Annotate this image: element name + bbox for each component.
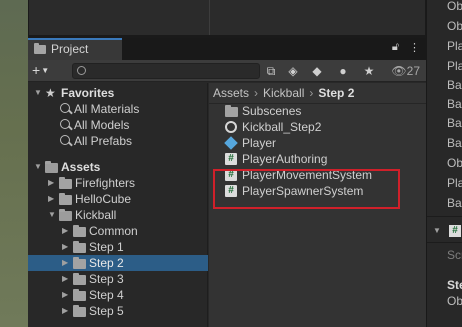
inspector-row[interactable]: Bal — [447, 135, 462, 151]
star-icon: ★ — [45, 86, 56, 100]
chevron-down-icon[interactable]: ▼ — [34, 159, 42, 175]
chevron-right-icon[interactable]: ▶ — [62, 223, 70, 239]
annotation-highlight-box — [213, 169, 400, 209]
chevron-right-icon[interactable]: ▶ — [62, 303, 70, 319]
tree-item-step-5[interactable]: ▶ Step 5 — [28, 303, 208, 319]
prefab-cube-icon — [224, 136, 238, 150]
hidden-packages-count[interactable]: 👁︎27 — [391, 63, 420, 79]
favorites-item[interactable]: All Materials — [28, 101, 208, 117]
search-input[interactable] — [72, 63, 260, 79]
tree-item-step-2[interactable]: ▶ Step 2 — [28, 255, 208, 271]
folder-icon — [73, 225, 86, 237]
folder-tree: ▼ ★ Favorites All Materials All Models A… — [28, 83, 208, 327]
favorites-header[interactable]: ▼ ★ Favorites — [28, 85, 208, 101]
breadcrumb-item[interactable]: Kickball — [263, 86, 304, 100]
favorites-item[interactable]: All Prefabs — [28, 133, 208, 149]
breadcrumb-current[interactable]: Step 2 — [318, 86, 354, 100]
tree-item-firefighters[interactable]: ▶ Firefighters — [28, 175, 208, 191]
panel-divider — [209, 0, 210, 35]
csharp-script-icon: # — [449, 225, 461, 237]
search-icon — [60, 135, 70, 145]
folder-icon — [73, 273, 86, 285]
chevron-down-icon[interactable]: ▼ — [34, 85, 42, 101]
more-options-icon[interactable]: ⋮ — [409, 41, 420, 54]
inspector-row[interactable]: Pla — [447, 38, 462, 54]
inspector-section-title: Ste — [447, 278, 462, 292]
tree-item-common[interactable]: ▶ Common — [28, 223, 208, 239]
folder-icon — [73, 257, 86, 269]
scene-view-strip — [0, 0, 28, 327]
breadcrumb: Assets › Kickball › Step 2 — [213, 84, 354, 102]
chevron-right-icon[interactable]: ▶ — [62, 255, 70, 271]
chevron-right-icon[interactable]: ▶ — [62, 271, 70, 287]
folder-icon — [59, 193, 72, 205]
search-icon — [77, 66, 86, 75]
folder-icon — [59, 177, 72, 189]
eye-icon: 👁︎ — [391, 64, 407, 78]
chevron-right-icon[interactable]: ▶ — [62, 239, 70, 255]
chevron-down-icon: ▼ — [41, 66, 50, 75]
inspector-row[interactable]: Bal — [447, 115, 462, 131]
tree-item-step-4[interactable]: ▶ Step 4 — [28, 287, 208, 303]
folder-icon — [73, 289, 86, 301]
favorites-star-icon[interactable]: ★ — [360, 63, 378, 79]
log-icon[interactable]: ● — [334, 63, 352, 79]
project-toolbar: +▼ ⧉ ◈ ◆ ● ★ 👁︎27 — [28, 60, 426, 82]
folder-icon — [225, 105, 238, 117]
csharp-script-icon: # — [225, 153, 237, 165]
search-icon — [60, 119, 70, 129]
tree-item-kickball[interactable]: ▼ Kickball — [28, 207, 208, 223]
folder-icon — [34, 43, 46, 54]
folder-open-icon — [45, 161, 58, 173]
inspector-row[interactable]: Bal — [447, 96, 462, 112]
filter-by-type-icon[interactable]: ◈ — [284, 63, 302, 79]
breadcrumb-separator: › — [254, 86, 259, 100]
tab-bar: Project 🔓︎ ⋮ — [28, 38, 426, 60]
inspector-row[interactable]: Pla — [447, 175, 462, 191]
inspector-script-label: Scr — [447, 248, 462, 262]
inspector-row[interactable]: Ob — [447, 18, 462, 34]
folder-icon — [73, 241, 86, 253]
breadcrumb-item[interactable]: Assets — [213, 86, 249, 100]
tree-item-hellocube[interactable]: ▶ HelloCube — [28, 191, 208, 207]
tab-tools: 🔓︎ ⋮ — [392, 41, 420, 54]
favorites-item[interactable]: All Models — [28, 117, 208, 133]
inspector-row[interactable]: Ob — [447, 293, 462, 309]
inspector-row[interactable]: Bal — [447, 77, 462, 93]
create-asset-button[interactable]: +▼ — [32, 62, 56, 80]
inspector-row[interactable]: Ob — [447, 0, 462, 14]
tab-project[interactable]: Project — [28, 38, 122, 60]
chevron-right-icon[interactable]: ▶ — [48, 175, 56, 191]
tree-item-step-3[interactable]: ▶ Step 3 — [28, 271, 208, 287]
tree-item-assets[interactable]: ▼ Assets — [28, 159, 208, 175]
breadcrumb-separator: › — [309, 86, 314, 100]
inspector-panel: Ob Ob Pla Pla Bal Bal Bal Bal Ob Pla Bal… — [426, 0, 462, 327]
tree-item-step-1[interactable]: ▶ Step 1 — [28, 239, 208, 255]
search-icon — [60, 103, 70, 113]
folder-open-icon — [59, 209, 72, 221]
chevron-right-icon[interactable]: ▶ — [62, 287, 70, 303]
inspector-row[interactable]: Pla — [447, 58, 462, 74]
hierarchy-panel-top — [28, 0, 426, 38]
chevron-right-icon[interactable]: ▶ — [48, 191, 56, 207]
search-window-icon[interactable]: ⧉ — [262, 63, 280, 79]
divider — [427, 242, 462, 243]
inspector-row[interactable]: Bal — [447, 195, 462, 211]
chevron-down-icon[interactable]: ▼ — [48, 207, 56, 223]
filter-by-label-icon[interactable]: ◆ — [308, 63, 326, 79]
chevron-down-icon[interactable]: ▼ — [433, 226, 441, 235]
tab-label: Project — [51, 42, 89, 56]
lock-icon[interactable]: 🔓︎ — [392, 41, 399, 54]
folder-icon — [73, 305, 86, 317]
divider — [427, 216, 462, 217]
inspector-row[interactable]: Ob — [447, 155, 462, 171]
unity-scene-icon — [225, 121, 237, 133]
